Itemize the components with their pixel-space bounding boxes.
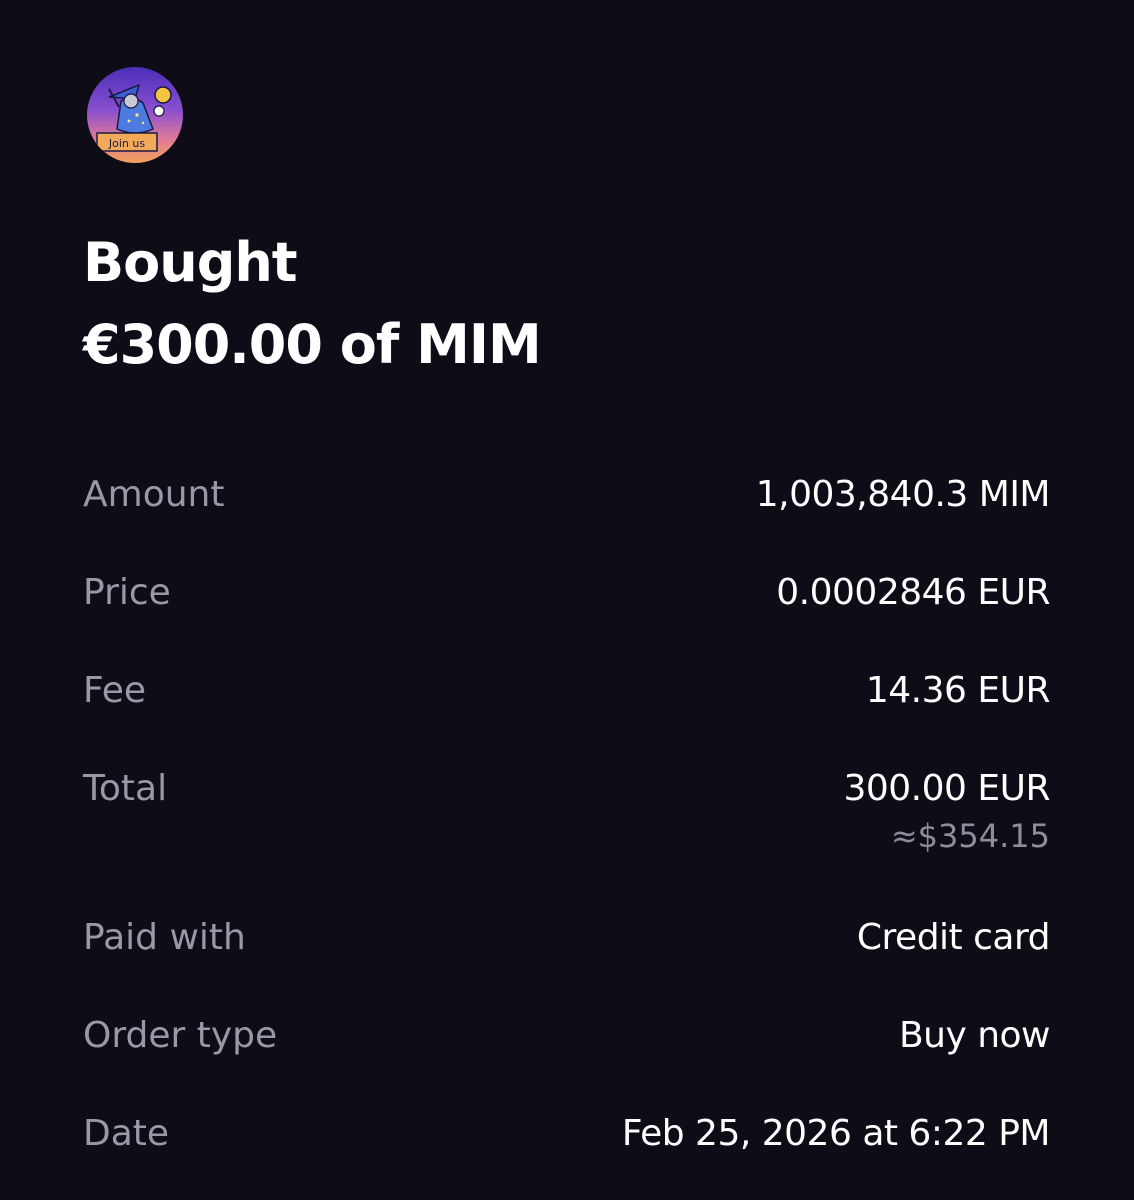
price-label: Price [83,572,171,613]
fee-value: 14.36 EUR [865,670,1051,711]
total-value: 300.00 EUR [843,768,1050,809]
paid-with-value: Credit card [856,917,1051,958]
detail-row-fee: Fee 14.36 EUR [83,666,1051,716]
svg-text:Join us: Join us [108,137,145,150]
fee-label: Fee [83,670,147,711]
total-label: Total [83,768,168,809]
detail-row-date: Date Feb 25, 2026 at 6:22 PM [83,1109,1051,1159]
price-value: 0.0002846 EUR [776,572,1050,613]
detail-row-price: Price 0.0002846 EUR [83,568,1050,618]
page-title-action: Bought [83,231,298,294]
amount-value: 1,003,840.3 MIM [755,474,1051,515]
detail-row-amount: Amount 1,003,840.3 MIM [83,470,1051,520]
token-avatar: Join us [87,67,183,163]
detail-row-total: Total 300.00 EUR ≈$354.15 [83,764,1050,855]
page-title-detail: €300.00 of MIM [83,313,542,376]
wizard-icon: Join us [87,67,183,163]
date-value: Feb 25, 2026 at 6:22 PM [621,1113,1051,1154]
paid-with-label: Paid with [83,917,246,958]
date-label: Date [83,1113,170,1154]
detail-row-paid-with: Paid with Credit card [83,913,1051,963]
order-type-value: Buy now [898,1015,1051,1056]
amount-label: Amount [83,474,225,515]
order-type-label: Order type [83,1015,278,1056]
detail-row-order-type: Order type Buy now [83,1011,1051,1061]
total-usd-approx: ≈$354.15 [890,817,1050,855]
